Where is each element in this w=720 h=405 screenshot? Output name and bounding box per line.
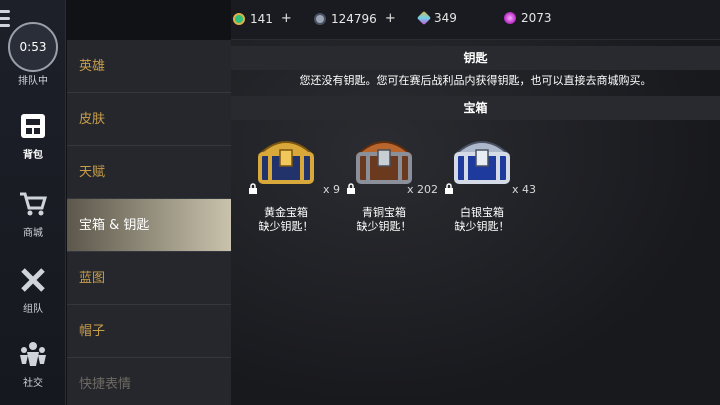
currency-orbs: 2073 [504, 11, 552, 25]
currency-orbs-value: 2073 [521, 11, 552, 25]
currency-gems-value: 349 [434, 11, 457, 25]
silver-coin-icon [314, 12, 326, 25]
social-people-icon [20, 342, 46, 366]
nav-item-backpack[interactable]: 背包 [0, 112, 66, 161]
nav-label-backpack: 背包 [23, 150, 43, 161]
category-blueprints[interactable]: 蓝图 [67, 252, 231, 305]
category-quick-emotes[interactable]: 快捷表情 [67, 358, 231, 405]
lock-icon [347, 183, 355, 194]
silver-chest-icon: x 43 [445, 132, 536, 196]
nav-label-shop: 商城 [23, 228, 43, 239]
category-chests-keys[interactable]: 宝箱 & 钥匙 [67, 199, 231, 252]
shopping-cart-icon [20, 192, 48, 216]
gold-chest-status: 缺少钥匙！ [258, 220, 314, 233]
lock-icon [249, 183, 257, 194]
currency-bar: 141 + 124796 + 349 2073 [231, 0, 720, 40]
bronze-chest-name: 青铜宝箱 [362, 206, 406, 219]
backpack-icon [21, 114, 45, 138]
add-tokens-button[interactable]: + [281, 11, 292, 26]
bronze-chest-status: 缺少钥匙！ [356, 220, 412, 233]
nav-label-social: 社交 [23, 378, 43, 389]
silver-chest-name: 白银宝箱 [460, 206, 504, 219]
menu-icon[interactable] [0, 6, 16, 32]
category-heroes[interactable]: 英雄 [67, 40, 231, 93]
add-silver-button[interactable]: + [385, 11, 396, 26]
gem-icon [416, 10, 432, 26]
bronze-chest-count: x 202 [406, 183, 438, 196]
category-list: 英雄 皮肤 天赋 宝箱 & 钥匙 蓝图 帽子 快捷表情 [67, 40, 231, 405]
nav-item-shop[interactable]: 商城 [0, 190, 66, 239]
nav-item-social[interactable]: 社交 [0, 340, 66, 389]
silver-chest-count: x 43 [511, 183, 536, 196]
bronze-chest-icon: x 202 [347, 132, 438, 196]
currency-silver: 124796 + [314, 11, 396, 26]
keys-section-title: 钥匙 [231, 46, 720, 70]
chest-card-gold[interactable]: x 9 黄金宝箱 缺少钥匙！ [241, 132, 340, 234]
token-coin-icon [233, 12, 245, 25]
nav-item-team[interactable]: 组队 [0, 266, 66, 315]
currency-tokens: 141 + [233, 11, 292, 26]
currency-gems: 349 [416, 10, 457, 26]
queue-timer: 0:53 [19, 40, 47, 54]
purple-orb-icon [504, 12, 516, 24]
gold-chest-count: x 9 [322, 183, 340, 196]
chests-section-title: 宝箱 [231, 96, 720, 120]
lock-icon [445, 183, 453, 194]
queue-label: 排队中 [18, 76, 48, 87]
silver-chest-status: 缺少钥匙！ [454, 220, 510, 233]
chest-card-bronze[interactable]: x 202 青铜宝箱 缺少钥匙！ [339, 132, 438, 234]
chest-card-silver[interactable]: x 43 白银宝箱 缺少钥匙！ [437, 132, 536, 234]
queue-timer-button[interactable]: 0:53 [8, 22, 58, 72]
gold-chest-name: 黄金宝箱 [264, 206, 308, 219]
category-talents[interactable]: 天赋 [67, 146, 231, 199]
category-skins[interactable]: 皮肤 [67, 93, 231, 146]
gold-chest-icon: x 9 [249, 132, 340, 196]
nav-label-team: 组队 [23, 304, 43, 315]
currency-silver-value: 124796 [331, 11, 377, 26]
team-swords-icon [21, 268, 45, 292]
currency-tokens-value: 141 [250, 11, 273, 26]
side-nav-rail: 0:53 排队中 背包 商城 组队 社交 [0, 0, 66, 405]
category-hats[interactable]: 帽子 [67, 305, 231, 358]
no-keys-message: 您还没有钥匙。您可在赛后战利品内获得钥匙，也可以直接去商城购买。 [299, 74, 652, 87]
main-panel: 钥匙 您还没有钥匙。您可在赛后战利品内获得钥匙，也可以直接去商城购买。 宝箱 x… [231, 40, 720, 405]
